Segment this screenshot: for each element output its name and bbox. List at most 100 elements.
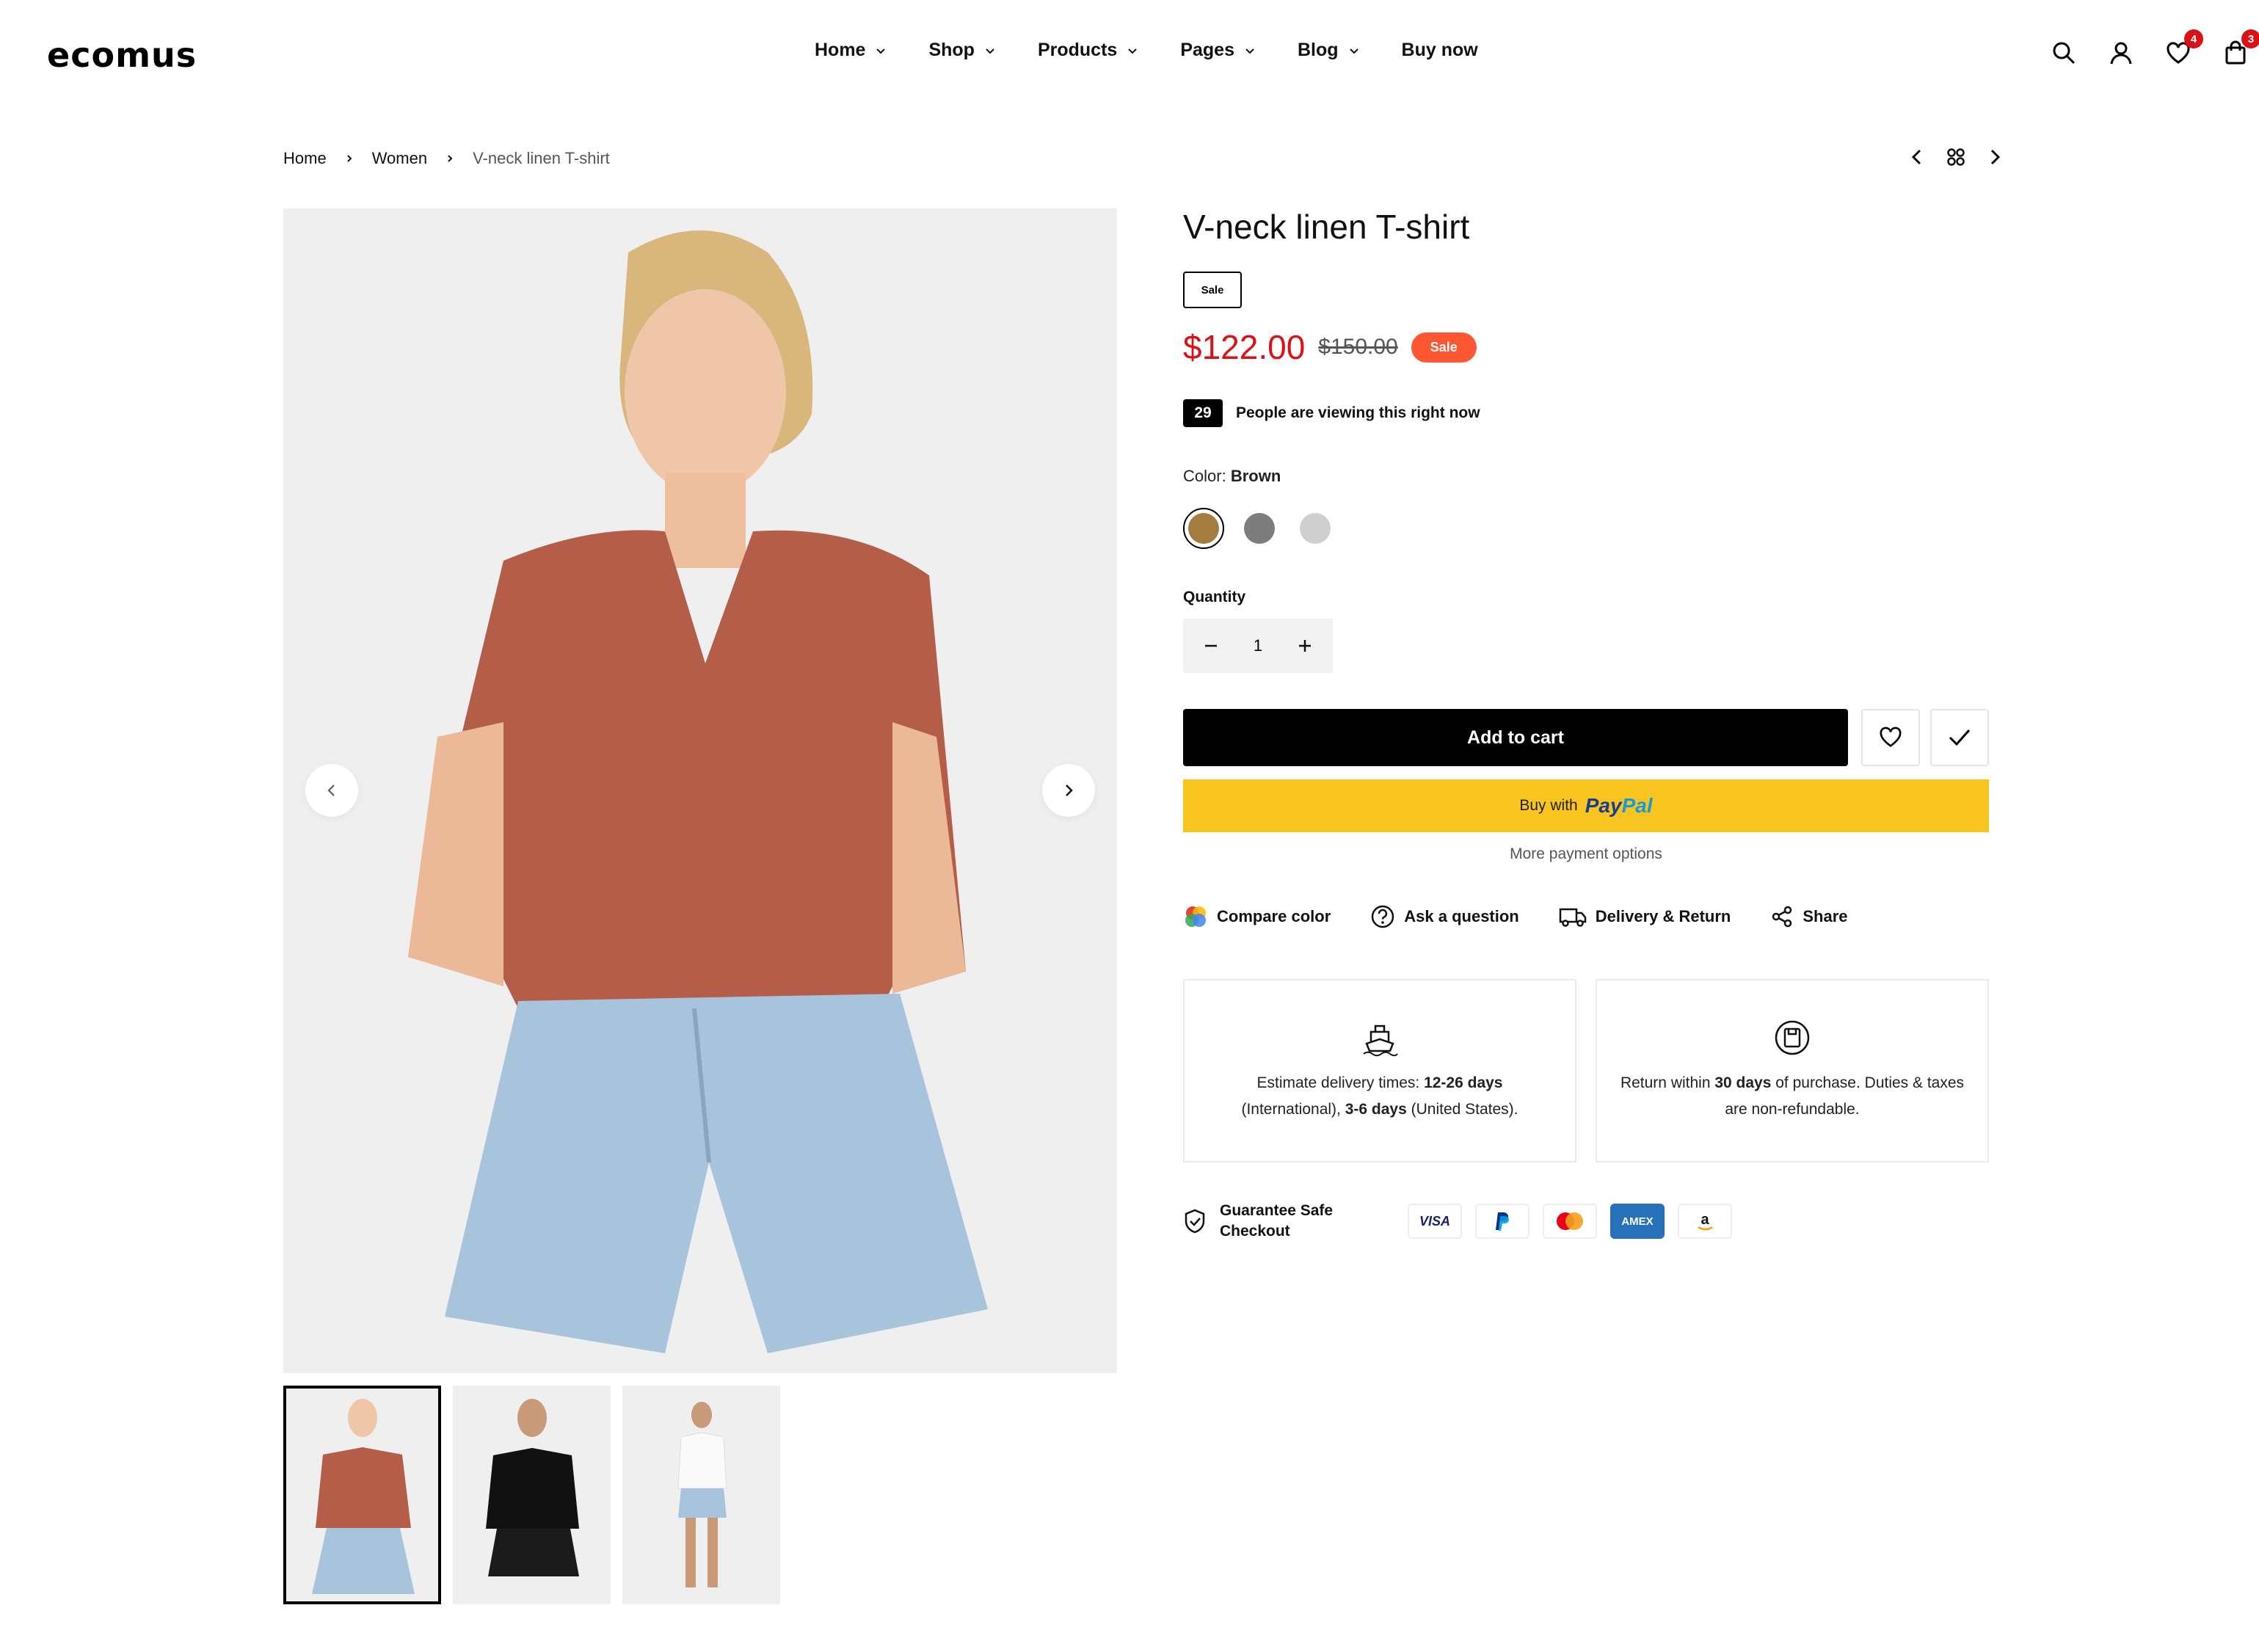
- wishlist-button[interactable]: 4: [2164, 29, 2203, 68]
- return-box-icon: [1775, 1020, 1810, 1055]
- mastercard-icon: [1543, 1204, 1597, 1239]
- paypal-logo: PayPal: [1585, 794, 1653, 817]
- nav-blog[interactable]: Blog: [1298, 40, 1361, 61]
- breadcrumb: Home Women V-neck linen T-shirt: [283, 149, 610, 168]
- chevron-down-icon: [1349, 48, 1358, 54]
- return-info-box: Return within 30 days of purchase. Dutie…: [1596, 979, 1989, 1162]
- paypal-button[interactable]: Buy with PayPal: [1183, 779, 1989, 832]
- thumbnail-image: [622, 1386, 780, 1604]
- nav-home-label: Home: [815, 40, 866, 60]
- compare-price: $150.00: [1318, 335, 1398, 359]
- compare-color-link[interactable]: Compare color: [1183, 904, 1331, 929]
- thumbnail-2[interactable]: [453, 1386, 611, 1604]
- thumbnail-3[interactable]: [622, 1386, 780, 1604]
- compare-color-icon: [1185, 906, 1206, 927]
- swatch-dot: [1300, 513, 1331, 544]
- increase-quantity-button[interactable]: [1292, 633, 1318, 659]
- nav-products[interactable]: Products: [1038, 40, 1139, 61]
- sale-price: $122.00: [1183, 328, 1306, 366]
- product-pager: [1908, 147, 2004, 167]
- ask-question-label: Ask a question: [1404, 907, 1519, 925]
- color-swatches: [1183, 508, 1336, 549]
- swatch-brown[interactable]: [1183, 508, 1224, 549]
- chevron-left-icon[interactable]: [1908, 147, 1926, 167]
- delivery-info-text: Estimate delivery times: 12-26 days (Int…: [1241, 1074, 1518, 1118]
- payment-icons: VISA AMEX a: [1408, 1204, 1732, 1239]
- svg-text:a: a: [1700, 1212, 1709, 1228]
- account-button[interactable]: [2106, 38, 2136, 68]
- ask-question-link[interactable]: Ask a question: [1370, 904, 1519, 929]
- more-payment-options-link[interactable]: More payment options: [1183, 845, 1989, 863]
- quantity-stepper: 1: [1183, 619, 1333, 673]
- add-to-cart-button[interactable]: Add to cart: [1183, 709, 1848, 766]
- viewers-notice: 29 People are viewing this right now: [1183, 399, 1480, 427]
- thumbnail-image: [453, 1386, 611, 1604]
- amazon-icon: a: [1678, 1204, 1732, 1239]
- decrease-quantity-button[interactable]: [1198, 633, 1224, 659]
- prev-image-button[interactable]: [305, 764, 358, 817]
- viewer-count: 29: [1183, 399, 1223, 427]
- nav-products-label: Products: [1037, 40, 1118, 60]
- wishlist-count-badge: 4: [2184, 29, 2203, 48]
- check-icon: [1949, 729, 1971, 746]
- main-product-image: [283, 208, 1117, 1373]
- quantity-value[interactable]: 1: [1254, 636, 1262, 655]
- main-nav: Home Shop Products Pages Blog Buy now: [815, 40, 1478, 61]
- chevron-right-icon[interactable]: [1986, 147, 2004, 167]
- delivery-return-label: Delivery & Return: [1595, 907, 1731, 925]
- breadcrumb-women[interactable]: Women: [372, 149, 427, 168]
- nav-buy-now[interactable]: Buy now: [1402, 40, 1478, 61]
- chevron-right-icon: [448, 155, 453, 162]
- breadcrumb-home[interactable]: Home: [283, 149, 327, 168]
- share-icon: [1772, 906, 1792, 928]
- thumbnail-1[interactable]: [283, 1386, 441, 1604]
- logo[interactable]: ecomus: [47, 35, 197, 75]
- chevron-down-icon: [1245, 48, 1254, 54]
- color-label: Color: Brown: [1183, 467, 1281, 486]
- compare-button[interactable]: [1930, 709, 1989, 766]
- thumbnail-strip: [283, 1386, 780, 1604]
- heart-icon: [1880, 727, 1902, 747]
- swatch-gray[interactable]: [1239, 508, 1280, 549]
- thumbnail-image: [286, 1389, 438, 1601]
- visa-icon: VISA: [1408, 1204, 1462, 1239]
- amex-icon: AMEX: [1610, 1204, 1665, 1239]
- guarantee-checkout: Guarantee Safe Checkout VISA AMEX a: [1183, 1201, 1732, 1242]
- chevron-right-icon: [1066, 785, 1073, 796]
- product-extras: Compare color Ask a question Delivery & …: [1183, 904, 1848, 929]
- price-row: $122.00 $150.00 Sale: [1183, 327, 1477, 367]
- add-to-wishlist-button[interactable]: [1861, 709, 1920, 766]
- chevron-left-icon: [327, 785, 335, 796]
- cart-count-badge: 3: [2241, 29, 2259, 48]
- nav-blog-label: Blog: [1298, 40, 1339, 60]
- share-link[interactable]: Share: [1770, 904, 1848, 929]
- cart-button[interactable]: 3: [2221, 29, 2259, 68]
- product-title: V-neck linen T-shirt: [1183, 208, 1470, 246]
- delivery-info-box: Estimate delivery times: 12-26 days (Int…: [1183, 979, 1576, 1162]
- nav-buy-now-label: Buy now: [1401, 40, 1478, 60]
- truck-icon: [1559, 908, 1586, 927]
- minus-icon: [1205, 644, 1217, 647]
- swatch-light-gray[interactable]: [1295, 508, 1336, 549]
- next-image-button[interactable]: [1042, 764, 1095, 817]
- share-label: Share: [1803, 907, 1848, 925]
- nav-pages[interactable]: Pages: [1180, 40, 1256, 61]
- search-button[interactable]: [2049, 38, 2078, 68]
- quantity-label: Quantity: [1183, 589, 1246, 605]
- paypal-icon: [1475, 1204, 1529, 1239]
- question-icon: [1372, 905, 1394, 928]
- swatch-dot: [1188, 513, 1219, 544]
- nav-shop[interactable]: Shop: [928, 40, 997, 61]
- model-photo: [283, 208, 1117, 1373]
- color-label-prefix: Color:: [1183, 467, 1226, 485]
- sale-badge: Sale: [1411, 332, 1477, 363]
- grid-icon[interactable]: [1946, 148, 1965, 167]
- sale-tag: Sale: [1183, 272, 1242, 308]
- compare-color-label: Compare color: [1217, 907, 1331, 925]
- paypal-prefix: Buy with: [1519, 797, 1578, 814]
- chevron-down-icon: [1128, 48, 1138, 54]
- delivery-return-link[interactable]: Delivery & Return: [1559, 904, 1731, 929]
- nav-home[interactable]: Home: [815, 40, 887, 61]
- user-icon: [2110, 42, 2132, 65]
- breadcrumb-current: V-neck linen T-shirt: [473, 149, 610, 167]
